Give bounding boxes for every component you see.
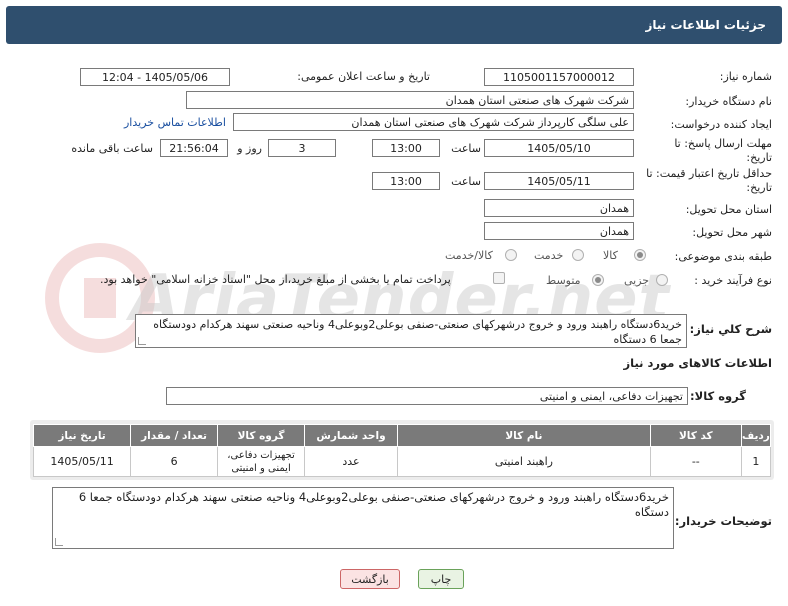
validity-date-field: 1405/05/11 [484,172,634,190]
need-number-label: شماره نیاز: [719,70,772,83]
treasury-payment-note: پرداخت تمام یا بخشی از مبلغ خرید،از محل … [100,273,451,286]
category-goods-service-radio[interactable] [505,249,517,261]
page-title: جزئیات اطلاعات نیاز [645,18,766,32]
col-row-number: ردیف [740,424,772,447]
col-goods-group: گروه کالا [217,424,305,447]
buyer-notes-textarea[interactable]: خرید6دستگاه راهبند ورود و خروج درشهرکهای… [52,487,674,549]
need-details-page: AriaTender.net جزئیات اطلاعات نیاز شماره… [0,0,788,606]
category-service-radio[interactable] [572,249,584,261]
validity-time-label: ساعت [451,175,481,188]
description-text: خرید6دستگاه راهبند ورود و خروج درشهرکهای… [153,318,682,346]
buyer-notes-text: خرید6دستگاه راهبند ورود و خروج درشهرکهای… [78,490,669,519]
purchase-partial-label: جزیی [624,274,650,287]
requester-label: ایجاد کننده درخواست: [670,118,772,131]
reply-time-label: ساعت [451,142,481,155]
city-field: همدان [484,222,634,240]
validity-time-field: 13:00 [372,172,440,190]
category-goods-radio[interactable] [634,249,646,261]
table-header-row: ردیف کد کالا نام کالا واحد شمارش گروه کا… [32,424,772,447]
col-quantity: تعداد / مقدار [130,424,219,447]
buyer-org-field: شرکت شهرک های صنعتی استان همدان [186,91,634,109]
category-goods-label: کالا [603,249,618,262]
cell-quantity: 6 [130,446,219,477]
day-and-label: روز و [237,142,262,155]
goods-table: ردیف کد کالا نام کالا واحد شمارش گروه کا… [32,424,772,477]
category-service-label: خدمت [534,249,564,262]
cell-goods-code: -- [649,446,742,477]
goods-group-label: گروه کالا: [690,389,746,403]
goods-group-field: تجهیزات دفاعی، ایمنی و امنیتی [166,387,688,405]
category-label: طبقه بندی موضوعی: [674,250,772,263]
requester-field: علی سلگی کارپرداز شرکت شهرک های صنعتی اس… [233,113,634,131]
purchase-partial-radio[interactable] [656,274,668,286]
col-goods-code: کد کالا [649,424,742,447]
col-goods-name: نام کالا [397,424,651,447]
cell-need-date: 1405/05/11 [32,446,132,477]
cell-goods-group: تجهیزات دفاعی، ایمنی و امنیتی [217,446,305,477]
announce-datetime-field: 1405/05/06 - 12:04 [80,68,230,86]
cell-goods-name: راهبند امنیتی [397,446,651,477]
print-button[interactable]: چاپ [418,569,464,589]
reply-days-field: 3 [268,139,336,157]
remaining-label: ساعت باقی مانده [71,142,153,155]
back-button[interactable]: بازگشت [340,569,400,589]
province-field: همدان [484,199,634,217]
treasury-payment-checkbox[interactable] [493,272,505,284]
resize-grip-icon[interactable] [138,337,146,345]
buyer-notes-label: توضیحات خریدار: [674,514,772,528]
purchase-medium-label: متوسط [546,274,581,287]
col-need-date: تاریخ نیاز [32,424,132,447]
buyer-org-label: نام دستگاه خریدار: [685,95,772,108]
cell-unit: عدد [303,446,399,477]
reply-time-field: 13:00 [372,139,440,157]
resize-grip-icon[interactable] [55,538,63,546]
col-unit: واحد شمارش [303,424,399,447]
description-label: شرح کلي نياز: [689,322,772,336]
need-number-field: 1105001157000012 [484,68,634,86]
table-row: 1 -- راهبند امنیتی عدد تجهیزات دفاعی، ای… [32,446,772,477]
category-goods-service-label: کالا/خدمت [445,249,493,262]
reply-deadline-label: مهلت ارسال پاسخ: تا تاریخ: [674,137,772,164]
province-label: استان محل تحویل: [685,203,772,216]
purchase-type-label: نوع فرآیند خرید : [694,274,772,287]
price-validity-label: حداقل تاریخ اعتبار قیمت: تا تاریخ: [646,167,772,194]
goods-info-heading: اطلاعات کالاهای مورد نیاز [623,356,772,370]
reply-remaining-field: 21:56:04 [160,139,228,157]
buyer-contact-link[interactable]: اطلاعات تماس خریدار [124,116,226,129]
page-header: جزئیات اطلاعات نیاز [6,6,782,44]
cell-row-number: 1 [740,446,772,477]
description-textarea[interactable]: خرید6دستگاه راهبند ورود و خروج درشهرکهای… [135,314,687,348]
purchase-medium-radio[interactable] [592,274,604,286]
city-label: شهر محل تحویل: [692,226,772,239]
reply-date-field: 1405/05/10 [484,139,634,157]
announce-datetime-label: تاریخ و ساعت اعلان عمومی: [297,70,430,83]
